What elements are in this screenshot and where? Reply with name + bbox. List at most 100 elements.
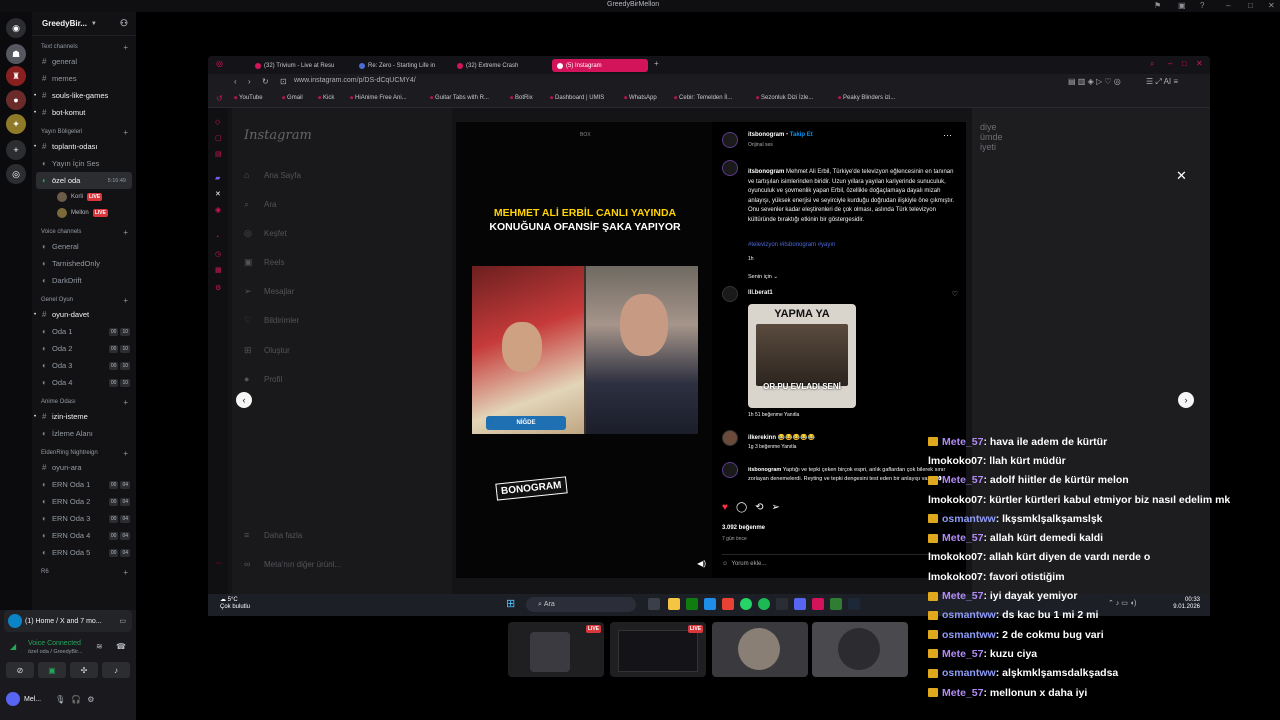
channel-voice-general[interactable]: ◐ General <box>32 238 136 255</box>
headphones-icon[interactable]: 🎧 <box>71 695 81 704</box>
add-channel-icon[interactable]: + <box>123 228 128 237</box>
nav-search[interactable]: ⌕ Ara <box>244 199 276 210</box>
opera-icon[interactable]: ◎ <box>216 59 223 68</box>
disconnect-icon[interactable]: ☎ <box>116 642 126 651</box>
activity-card[interactable]: (1) Home / X and 7 mo... ▭ <box>4 610 132 632</box>
channel-oda-2[interactable]: ◐ Oda 2 00 10 <box>32 340 136 357</box>
comment-meta[interactable]: 1h 51 beğenme Yanıtla <box>748 412 799 418</box>
follow-button[interactable]: Takip Et <box>790 132 813 138</box>
add-member-icon[interactable]: ⚇ <box>120 18 128 29</box>
spotify-icon[interactable] <box>758 598 770 610</box>
chat-username[interactable]: osmantww <box>942 629 996 641</box>
author-avatar[interactable] <box>722 132 738 148</box>
sidebar-more-icon[interactable]: ··· <box>215 560 222 567</box>
comment-icon[interactable]: ◯ <box>736 502 747 513</box>
search-icon[interactable]: ⌕ <box>1150 59 1154 69</box>
add-channel-icon[interactable]: + <box>123 398 128 407</box>
app-icon[interactable] <box>830 598 842 610</box>
voice-user-mellon[interactable]: Mellon LIVE <box>32 205 136 221</box>
gear-icon[interactable]: ⚙ <box>87 695 94 704</box>
close-modal-icon[interactable]: ✕ <box>1176 168 1187 184</box>
chat-username[interactable]: Mete_57 <box>942 474 983 486</box>
volume-icon[interactable]: ◀) <box>697 559 706 568</box>
chat-username[interactable]: Mete_57 <box>942 648 983 660</box>
menu-icon[interactable]: ☰ ⤢ AI ≡ <box>1146 77 1178 87</box>
channel-darkdrift[interactable]: ◐ DarkDrift <box>32 272 136 289</box>
server-icon-3[interactable]: ● <box>6 90 26 110</box>
category-genel-oyun[interactable]: Genel Oyun + <box>32 294 136 306</box>
channel-oda-4[interactable]: ◐ Oda 4 00 10 <box>32 374 136 391</box>
back-icon[interactable]: ‹ <box>234 77 237 86</box>
prev-post-icon[interactable]: ‹ <box>236 392 252 408</box>
channel-toplanti-odasi[interactable]: • # toplantı-odası <box>32 138 136 155</box>
category-text-channels[interactable]: Text channels + <box>32 41 136 53</box>
bookmark-gmail[interactable]: Gmail <box>282 95 303 101</box>
category-r6[interactable]: R6 + <box>32 566 136 578</box>
discord-home-icon[interactable]: ◉ <box>6 18 26 38</box>
minimize-icon[interactable]: – <box>1168 59 1172 68</box>
nav-create[interactable]: ⊞ Oluştur <box>244 345 290 356</box>
maximize-icon[interactable]: □ <box>1248 1 1253 10</box>
opera-taskbar-icon[interactable] <box>812 598 824 610</box>
bookmark-sezonluk[interactable]: Sezonluk Dizi İzle... <box>756 95 813 101</box>
screen-share-icon[interactable]: ▭ <box>119 617 126 625</box>
screen-share-active-icon[interactable]: ▣ <box>38 662 66 678</box>
channel-izin-isteme[interactable]: • # izin-isteme <box>32 408 136 425</box>
chat-username[interactable]: lmokoko07 <box>928 455 983 467</box>
microphone-icon[interactable]: 🎙 <box>55 695 65 704</box>
channel-ern-oda-1[interactable]: ◐ ERN Oda 1 00 04 <box>32 476 136 493</box>
taskbar-search[interactable]: ⌕ Ara <box>526 597 636 612</box>
category-eldenring[interactable]: EldenRing Nightreign + <box>32 447 136 459</box>
channel-souls-like-games[interactable]: • # souls-like-games <box>32 87 136 104</box>
channel-tarnishedonly[interactable]: ◐ TarnishedOnly <box>32 255 136 272</box>
add-comment-input[interactable]: ☺ Yorum ekle... <box>722 554 962 567</box>
repost-icon[interactable]: ⟲ <box>755 502 763 513</box>
discover-icon[interactable]: ◎ <box>6 164 26 184</box>
channel-ern-oda-2[interactable]: ◐ ERN Oda 2 00 04 <box>32 493 136 510</box>
edge-icon[interactable] <box>704 598 716 610</box>
add-server-icon[interactable]: + <box>6 140 26 160</box>
channel-yayin-icin-ses[interactable]: ◐ Yayın İçin Ses <box>32 155 136 172</box>
tab-trivium[interactable]: (32) Trivium - Live at Resu <box>250 59 346 72</box>
send-icon[interactable]: ➢ <box>772 502 780 513</box>
like-comment-icon[interactable]: ♡ <box>952 290 958 298</box>
chat-username[interactable]: Mete_57 <box>942 532 983 544</box>
steam-icon[interactable] <box>848 598 860 610</box>
category-yayin[interactable]: Yayın Böligeleri + <box>32 126 136 138</box>
bookmark-cebir[interactable]: Cebir: Temelden İl... <box>674 95 732 101</box>
channel-oda-1[interactable]: ◐ Oda 1 00 10 <box>32 323 136 340</box>
next-post-icon[interactable]: › <box>1178 392 1194 408</box>
author-avatar[interactable] <box>722 160 738 176</box>
tab-rezero[interactable]: Re: Zero - Starting Life in <box>354 59 444 72</box>
sidebar-icon[interactable]: ▤ <box>215 150 222 158</box>
voice-channel-label[interactable]: özel oda / GreedyBir... <box>28 649 82 655</box>
forward-icon[interactable]: › <box>248 77 251 86</box>
url-input[interactable]: www.instagram.com/p/DS-dCqUCMY4/ <box>294 77 416 84</box>
server-icon-4[interactable]: ✦ <box>6 114 26 134</box>
sidebar-icon[interactable]: ▦ <box>215 266 222 274</box>
channel-general[interactable]: # general <box>32 53 136 70</box>
x-icon[interactable]: ✕ <box>215 190 221 198</box>
bookmark-guitar-tabs[interactable]: Guitar Tabs with R... <box>430 95 489 101</box>
nav-home[interactable]: ⌂ Ana Sayfa <box>244 170 301 180</box>
nav-profile[interactable]: ● Profil <box>244 374 282 384</box>
channel-izleme-alani[interactable]: ◐ İzleme Alanı <box>32 425 136 442</box>
bookmark-botrix[interactable]: BotRix <box>510 95 533 101</box>
chat-username[interactable]: Mete_57 <box>942 436 983 448</box>
like-count[interactable]: 3.092 beğenme <box>722 525 765 531</box>
more-options-icon[interactable]: ··· <box>943 130 952 140</box>
tab-instagram[interactable]: (5) Instagram <box>552 59 648 72</box>
sidebar-icon[interactable]: ◇ <box>215 118 220 126</box>
server-icon-2[interactable]: ♜ <box>6 66 26 86</box>
weather-widget[interactable]: ☁ 5°C Çok bulutlu <box>220 597 250 611</box>
sidebar-icon[interactable]: ◷ <box>215 250 221 258</box>
app-icon[interactable] <box>776 598 788 610</box>
chat-username[interactable]: osmantww <box>942 667 996 679</box>
minimize-icon[interactable]: – <box>1226 1 1230 10</box>
channel-oda-3[interactable]: ◐ Oda 3 00 10 <box>32 357 136 374</box>
channel-ozel-oda[interactable]: ◐ özel oda 5:16:49 <box>36 172 132 189</box>
nav-meta[interactable]: ∞ Meta'nın diğer ürünl... <box>244 559 341 569</box>
reload-icon[interactable]: ↻ <box>262 77 269 86</box>
nav-explore[interactable]: ◎ Keşfet <box>244 228 287 239</box>
add-channel-icon[interactable]: + <box>123 43 128 52</box>
